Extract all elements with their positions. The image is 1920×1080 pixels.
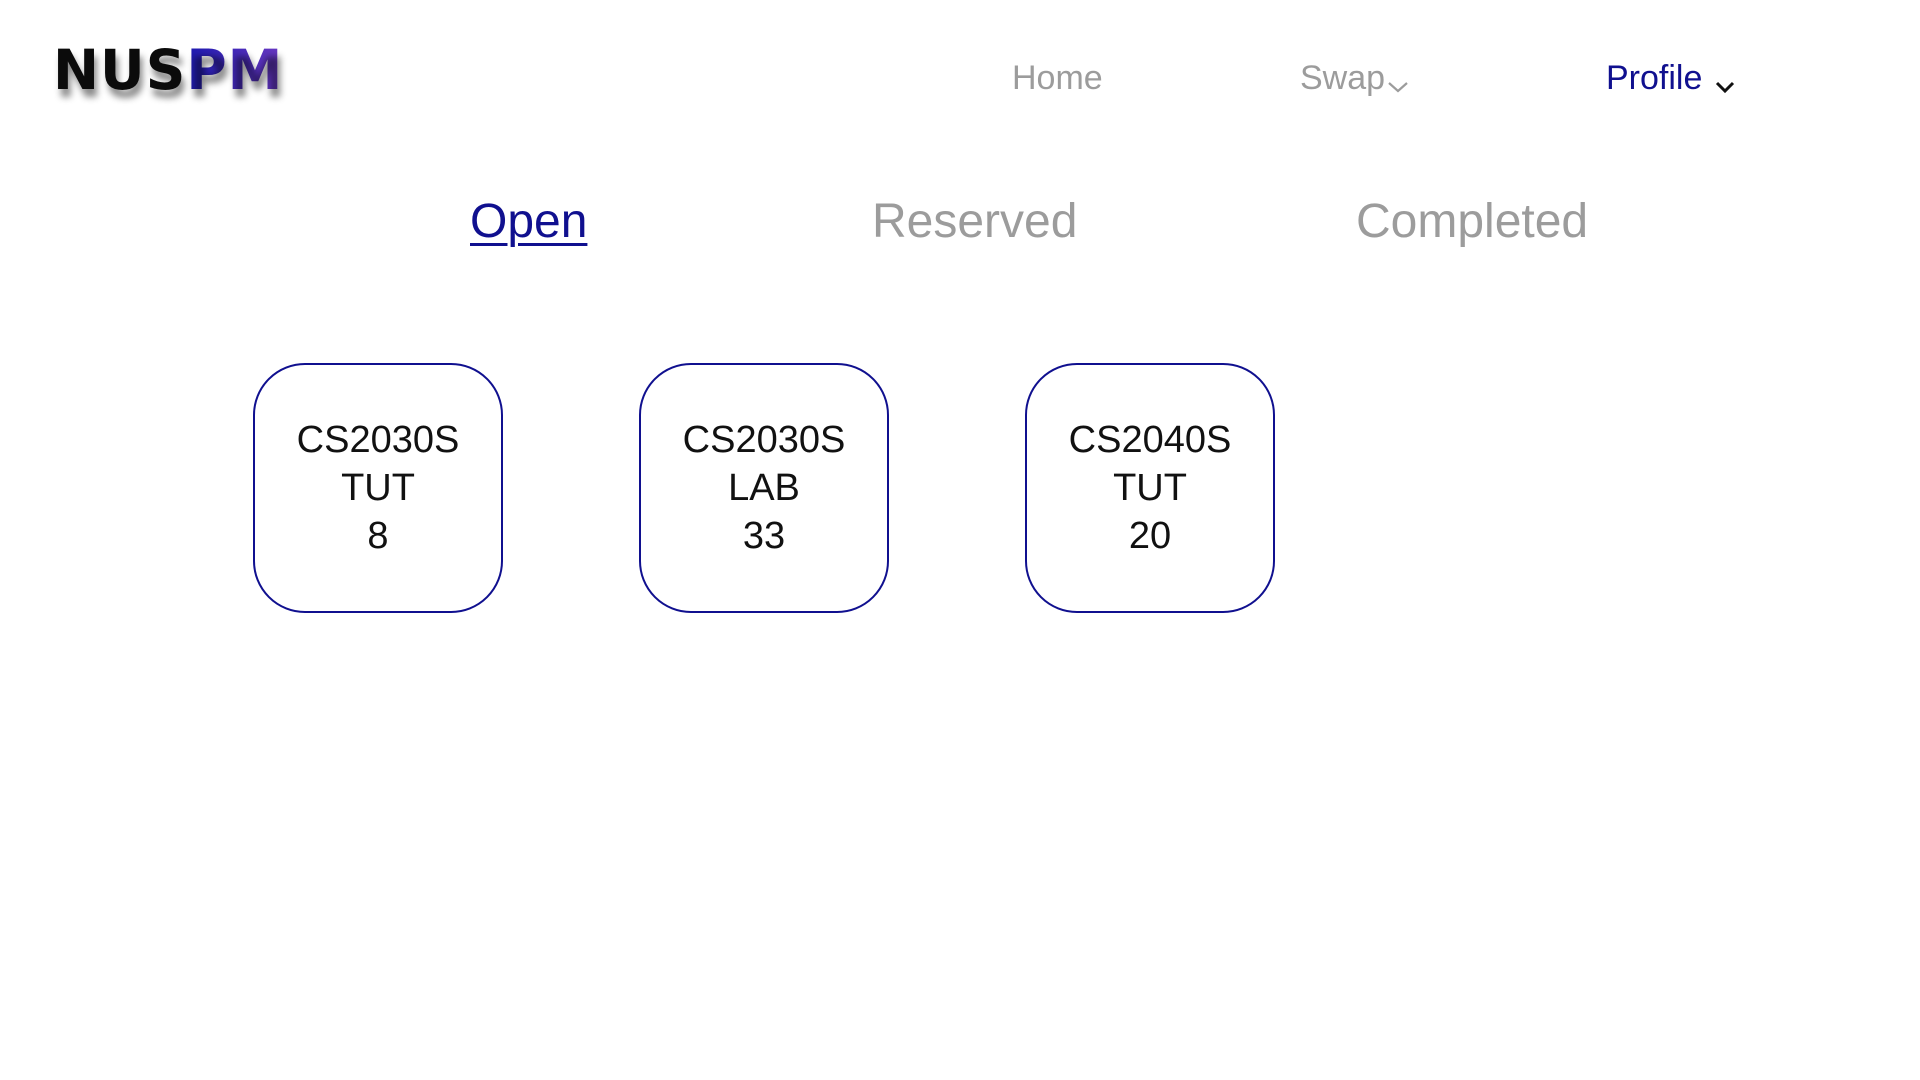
chevron-down-icon (1714, 76, 1736, 98)
slot-module-code: CS2040S (1068, 419, 1232, 461)
slot-class-type: LAB (728, 467, 800, 509)
slot-class-type: TUT (341, 467, 415, 509)
logo-text-nus: NUS (53, 38, 187, 102)
slot-module-code: CS2030S (296, 419, 460, 461)
slot-class-number: 8 (367, 515, 389, 557)
nav-swap-dropdown[interactable]: Swap (1300, 58, 1409, 98)
logo-text-pm: PM (186, 38, 284, 102)
page: NUSPM Home Swap Profile Open Reserved Co… (0, 0, 1920, 1080)
slot-card-list: CS2030S TUT 8 CS2030S LAB 33 CS2040S TUT… (253, 363, 1275, 613)
tab-open[interactable]: Open (470, 194, 587, 250)
slot-card[interactable]: CS2030S LAB 33 (639, 363, 889, 613)
slot-module-code: CS2030S (682, 419, 846, 461)
nav-home-link[interactable]: Home (1012, 58, 1103, 98)
slot-class-number: 33 (742, 515, 786, 557)
slot-card[interactable]: CS2040S TUT 20 (1025, 363, 1275, 613)
nuspm-logo[interactable]: NUSPM (53, 38, 283, 103)
chevron-down-icon (1387, 76, 1409, 98)
nav-profile-dropdown[interactable]: Profile (1606, 58, 1736, 98)
nav-home-label: Home (1012, 59, 1103, 97)
nav-swap-label: Swap (1300, 59, 1386, 97)
slot-card[interactable]: CS2030S TUT 8 (253, 363, 503, 613)
slot-class-type: TUT (1113, 467, 1187, 509)
slot-class-number: 20 (1128, 515, 1172, 557)
nav-profile-label: Profile (1606, 59, 1703, 97)
tab-completed[interactable]: Completed (1356, 194, 1588, 250)
tab-reserved[interactable]: Reserved (872, 194, 1077, 250)
